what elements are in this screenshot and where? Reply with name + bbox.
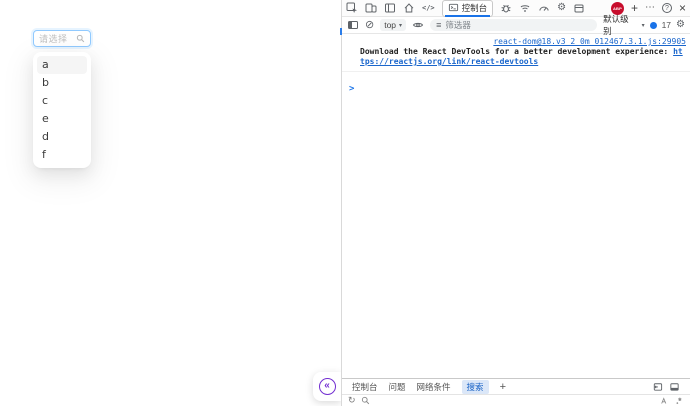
select-option[interactable]: f: [37, 146, 87, 164]
console-sidebar-toggle-icon[interactable]: [347, 19, 359, 31]
search-panel-toolbar: ↻: [342, 394, 690, 406]
dock-panel-icon[interactable]: [669, 381, 680, 392]
chevron-down-icon: ▾: [399, 22, 403, 29]
focus-panel-icon[interactable]: [384, 2, 396, 14]
chevron-down-icon: ▾: [641, 22, 645, 29]
select-option[interactable]: a: [37, 56, 87, 74]
pop-out-icon[interactable]: [652, 381, 663, 392]
select-input[interactable]: 请选择: [33, 30, 91, 47]
elements-panel-icon[interactable]: </>: [422, 4, 435, 12]
log-level-selector[interactable]: 默认级别: [603, 13, 637, 37]
search-icon: [361, 396, 370, 405]
match-case-icon[interactable]: [660, 396, 670, 406]
select-option[interactable]: e: [37, 110, 87, 128]
help-icon[interactable]: ?: [661, 3, 672, 13]
collapse-button[interactable]: «: [313, 372, 341, 401]
filter-icon: ≡: [436, 19, 442, 30]
drawer-tab-bar: 控制台 问题 网络条件 搜索 +: [342, 379, 690, 394]
tab-console[interactable]: 控制台: [441, 0, 494, 17]
devtools-drawer: 控制台 问题 网络条件 搜索 + ↻: [342, 378, 690, 406]
console-message-row: react-dom@18.v3_2_0m_012467.3.1.js:29905…: [342, 34, 690, 72]
inspect-element-icon[interactable]: [346, 2, 358, 14]
context-selector[interactable]: top ▾: [380, 19, 407, 31]
filter-input[interactable]: ≡ 筛选器: [430, 19, 598, 31]
filter-placeholder: 筛选器: [445, 20, 471, 30]
console-message: Download the React DevTools for a better…: [360, 47, 686, 67]
console-settings-gear-icon[interactable]: ⚙: [676, 20, 685, 30]
select-placeholder: 请选择: [39, 34, 68, 44]
drawer-tab-search[interactable]: 搜索: [461, 379, 489, 394]
double-chevron-left-icon: «: [318, 378, 336, 395]
live-expression-eye-icon[interactable]: [412, 19, 424, 31]
console-toolbar: ⊘ top ▾ ≡ 筛选器 默认级别 ▾ 17 ⚙: [342, 14, 690, 36]
network-icon[interactable]: [519, 2, 531, 14]
settings-gear-icon[interactable]: ⚙: [557, 3, 566, 13]
issues-indicator-icon[interactable]: [649, 21, 657, 29]
page-content: 请选择 a b c e d f «: [0, 0, 341, 406]
drawer-tab-console[interactable]: 控制台: [352, 381, 378, 393]
debug-bug-icon[interactable]: [500, 2, 512, 14]
home-icon[interactable]: [403, 2, 415, 14]
console-panel-icon: [448, 2, 459, 13]
search-icon: [76, 34, 85, 43]
application-icon[interactable]: [573, 2, 585, 14]
devtools-panel: </> 控制台 ⚙ ABP + ⋯ ? × ⊘ top ▾ ≡ 筛选器 默认级别…: [342, 0, 690, 406]
select-option[interactable]: b: [37, 74, 87, 92]
prompt-chevron-icon: >: [349, 84, 355, 94]
more-options-icon[interactable]: ⋯: [645, 3, 655, 13]
drawer-tab-issues[interactable]: 问题: [389, 381, 406, 393]
clear-console-icon[interactable]: ⊘: [365, 19, 374, 31]
drawer-add-tab-icon[interactable]: +: [500, 381, 506, 393]
issues-count: 17: [661, 20, 672, 30]
regex-icon[interactable]: [674, 396, 684, 406]
console-log-area: react-dom@18.v3_2_0m_012467.3.1.js:29905…: [342, 34, 690, 95]
console-message-text: Download the React DevTools for a better…: [360, 47, 669, 56]
select-option[interactable]: d: [37, 128, 87, 146]
select-dropdown: a b c e d f: [33, 52, 91, 168]
drawer-tab-network-conditions[interactable]: 网络条件: [417, 381, 451, 393]
console-prompt[interactable]: >: [342, 72, 690, 95]
device-toolbar-icon[interactable]: [365, 2, 377, 14]
tab-console-label: 控制台: [461, 2, 488, 13]
select-option[interactable]: c: [37, 92, 87, 110]
refresh-icon[interactable]: ↻: [348, 396, 356, 405]
performance-gauge-icon[interactable]: [538, 2, 550, 14]
source-location-link[interactable]: react-dom@18.v3_2_0m_012467.3.1.js:29905: [360, 37, 686, 46]
